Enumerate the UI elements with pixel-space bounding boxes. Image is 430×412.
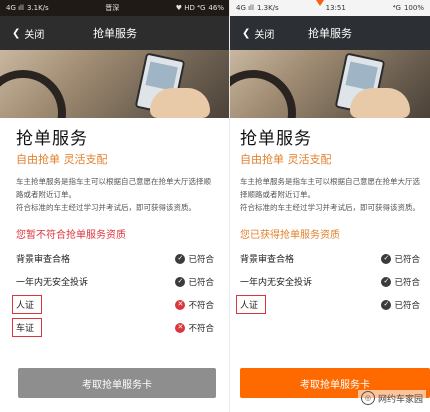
highlight-box [12, 295, 42, 314]
description-line-1: 车主抢单服务是指车主可以根据自己意愿在抢单大厅选择顺路或者附近订单。 [240, 177, 420, 199]
requirement-list: 背景审查合格 ✓ 已符合 一年内无安全投诉 ✓ 已符合 人证 ✓ 已符合 [236, 247, 420, 316]
watermark: ◎ 网约车家园 [357, 390, 426, 406]
network-speed: 3.1K/s [26, 4, 49, 12]
nav-bar: ❮ 关闭 抢单服务 [0, 16, 230, 50]
network-speed: 1.3K/s [256, 4, 279, 12]
service-description: 车主抢单服务是指车主可以根据自己意愿在抢单大厅选择顺路或者附近订单。 符合标准的… [240, 175, 420, 214]
check-circle-icon: ✓ [381, 299, 392, 310]
description-line-1: 车主抢单服务是指车主可以根据自己意愿在抢单大厅选择顺路或者附近订单。 [16, 177, 211, 199]
requirement-name: 背景审查合格 [240, 255, 295, 265]
back-label: 关闭 [24, 29, 45, 41]
chevron-left-icon: ❮ [12, 27, 21, 39]
check-circle-icon: ✓ [175, 253, 186, 264]
battery-level: 100% [403, 4, 424, 12]
left-screenshot: 4G ıll 3.1K/s 晋深 ♥ HD ⁴G 46% ❮ 关闭 抢单服务 抢… [0, 0, 230, 412]
x-circle-icon: ✕ [175, 322, 186, 333]
requirement-row: 人证 ✕ 不符合 [12, 293, 214, 316]
requirement-list: 背景审查合格 ✓ 已符合 一年内无安全投诉 ✓ 已符合 人证 ✕ 不符合 车证 ✕ 不符… [12, 247, 214, 339]
steering-wheel-graphic [0, 70, 66, 118]
requirement-status: 已符合 [394, 254, 420, 265]
check-circle-icon: ✓ [381, 253, 392, 264]
clock: 13:51 [325, 4, 346, 12]
check-circle-icon: ✓ [381, 276, 392, 287]
requirement-name: 一年内无安全投诉 [16, 278, 89, 288]
chevron-left-icon: ❮ [242, 27, 251, 39]
steering-wheel-graphic [230, 70, 296, 118]
x-circle-icon: ✕ [175, 299, 186, 310]
page-subtitle: 自由抢单 灵活支配 [240, 153, 332, 166]
requirement-name: 背景审查合格 [16, 255, 71, 265]
watermark-text: 网约车家园 [377, 394, 423, 405]
nav-bar: ❮ 关闭 抢单服务 [230, 16, 430, 50]
check-circle-icon: ✓ [175, 276, 186, 287]
status-icons: ♥ HD ⁴G [175, 4, 206, 12]
hero-banner-image [0, 50, 230, 118]
get-service-card-button[interactable]: 考取抢单服务卡 [18, 368, 216, 398]
carrier-label: 晋深 [105, 4, 120, 12]
hand-graphic [150, 88, 210, 118]
signal-indicator: 4G ıll [236, 4, 254, 12]
requirement-status: 已符合 [188, 277, 214, 288]
qualification-status-heading: 您暂不符合抢单服务资质 [16, 230, 126, 241]
requirement-status: 不符合 [188, 300, 214, 311]
page-subtitle: 自由抢单 灵活支配 [16, 153, 108, 166]
page-title: 抢单服务 [240, 129, 312, 149]
back-label: 关闭 [254, 29, 275, 41]
battery-level: 46% [208, 4, 224, 12]
requirement-row: 车证 ✕ 不符合 [12, 316, 214, 339]
highlight-box [236, 295, 266, 314]
qualification-status-heading: 您已获得抢单服务资质 [240, 230, 340, 241]
back-button[interactable]: ❮ 关闭 [0, 26, 44, 41]
hand-graphic [350, 88, 410, 118]
requirement-row: 人证 ✓ 已符合 [236, 293, 420, 316]
requirement-row: 背景审查合格 ✓ 已符合 [16, 247, 214, 270]
status-bar: 4G ıll 3.1K/s 晋深 ♥ HD ⁴G 46% [0, 0, 230, 16]
highlight-box [12, 318, 42, 337]
requirement-status: 已符合 [394, 300, 420, 311]
wechat-logo-icon: ◎ [360, 391, 375, 405]
requirement-name: 一年内无安全投诉 [240, 278, 313, 288]
requirement-row: 一年内无安全投诉 ✓ 已符合 [240, 270, 420, 293]
service-description: 车主抢单服务是指车主可以根据自己意愿在抢单大厅选择顺路或者附近订单。 符合标准的… [16, 175, 214, 214]
signal-indicator: 4G ıll [6, 4, 24, 12]
status-icons: ⁴G [392, 4, 401, 12]
requirement-row: 一年内无安全投诉 ✓ 已符合 [16, 270, 214, 293]
right-screenshot: 4G ıll 1.3K/s 13:51 ⁴G 100% ❮ 关闭 抢单服务 抢单… [230, 0, 430, 412]
description-line-2: 符合标准的车主经过学习并考试后，即可获得该资质。 [16, 203, 196, 212]
requirement-row: 背景审查合格 ✓ 已符合 [240, 247, 420, 270]
requirement-status: 不符合 [188, 323, 214, 334]
page-title: 抢单服务 [16, 129, 88, 149]
requirement-status: 已符合 [188, 254, 214, 265]
description-line-2: 符合标准的车主经过学习并考试后，即可获得该资质。 [240, 203, 420, 212]
hero-banner-image [230, 50, 430, 118]
status-bar: 4G ıll 1.3K/s 13:51 ⁴G 100% [230, 0, 430, 16]
back-button[interactable]: ❮ 关闭 [230, 26, 274, 41]
requirement-status: 已符合 [394, 277, 420, 288]
pointer-arrow-icon [316, 0, 324, 6]
